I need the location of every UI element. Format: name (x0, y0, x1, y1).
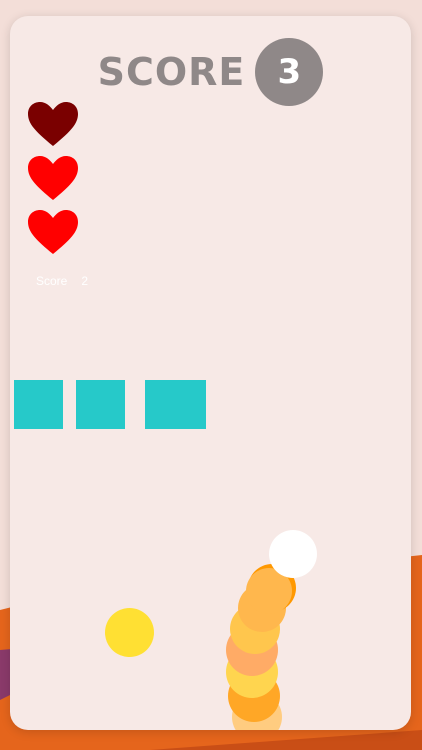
barrier-block (14, 380, 63, 429)
secondary-score-label: Score (36, 274, 68, 288)
barrier-block (145, 380, 206, 429)
score-label: SCORE (97, 50, 246, 94)
score-header: SCORE 3 (10, 38, 411, 106)
score-value: 3 (277, 52, 302, 92)
game-board[interactable]: SCORE 3 Score 2 (10, 16, 411, 730)
secondary-score: Score 2 (36, 274, 88, 288)
heart-icon (28, 156, 78, 200)
heart-icon (28, 210, 78, 254)
score-badge: 3 (255, 38, 324, 106)
barrier-block (76, 380, 125, 429)
secondary-score-value: 2 (81, 274, 89, 288)
yellow-pickup-ball (105, 608, 154, 657)
heart-icon (28, 102, 78, 146)
player-ball[interactable] (269, 530, 317, 578)
